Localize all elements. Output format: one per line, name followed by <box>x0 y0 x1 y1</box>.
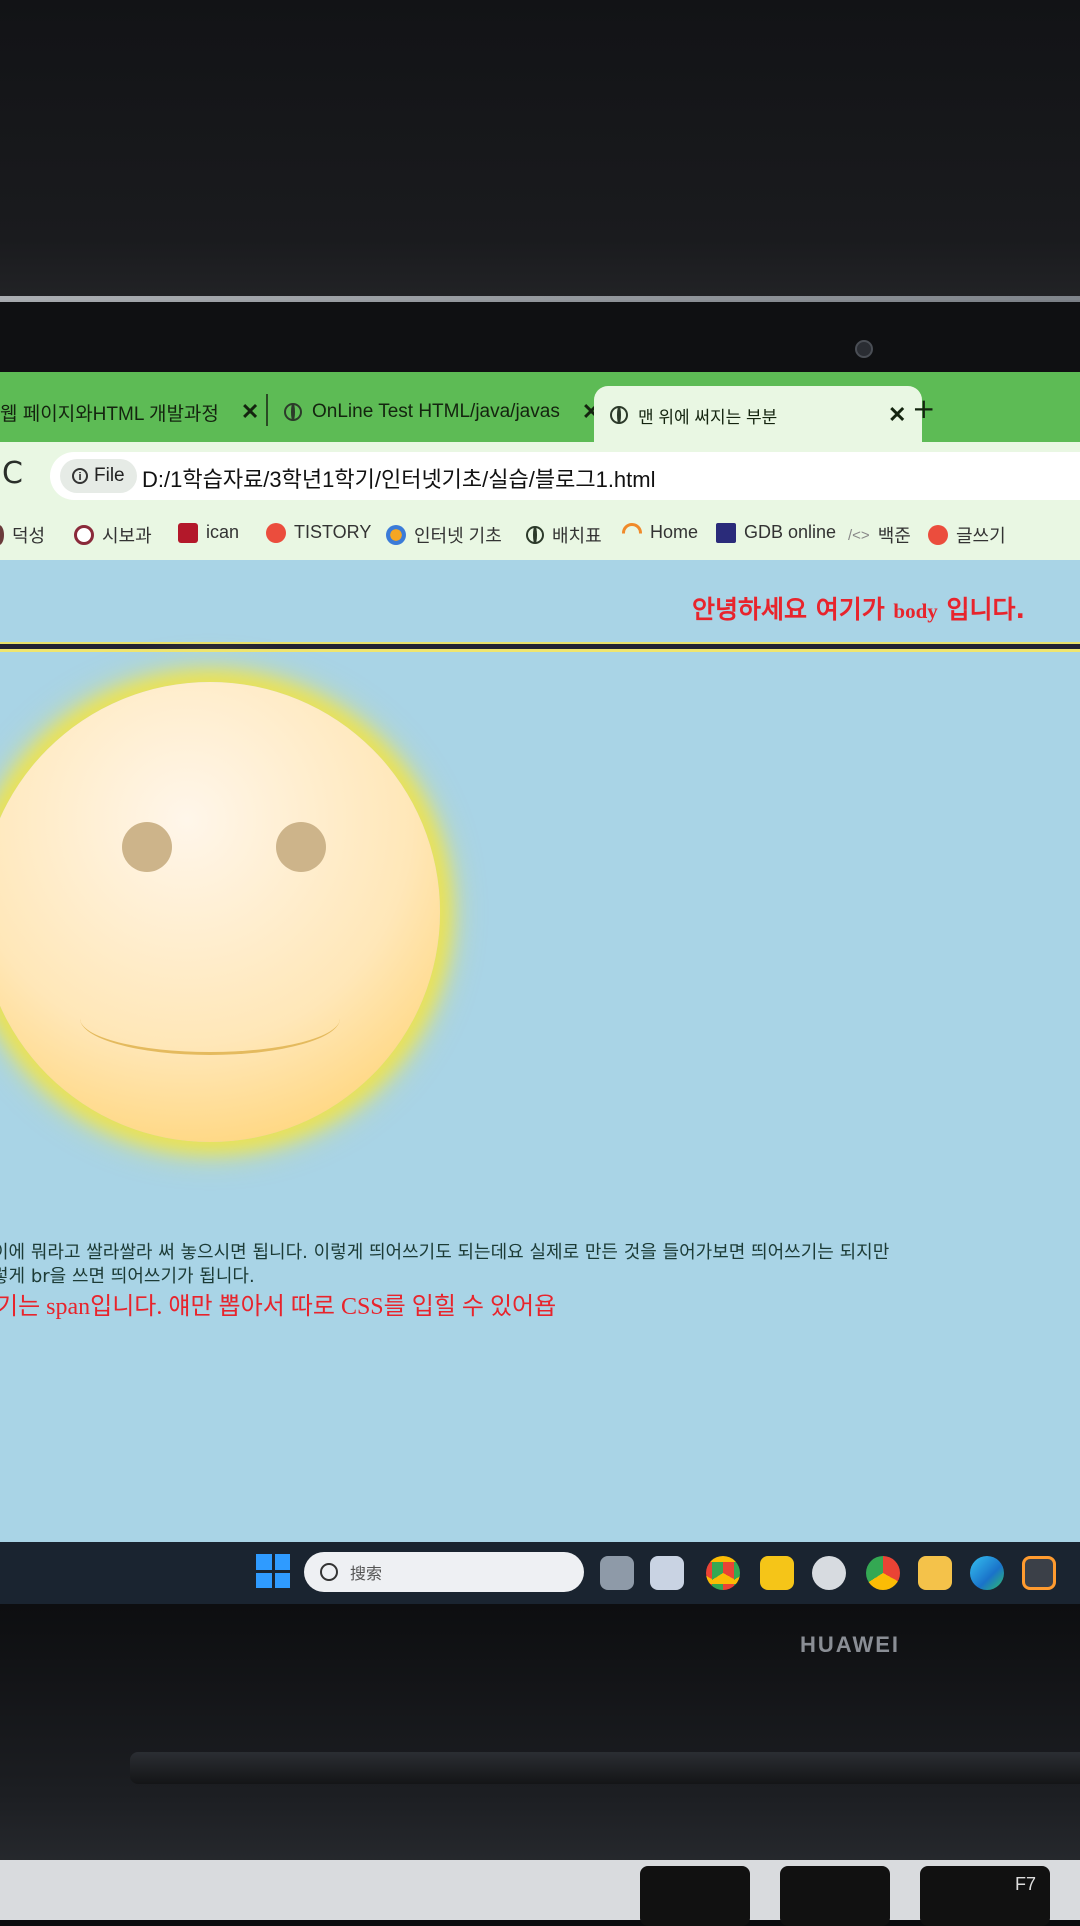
paragraph-line-2: 렇게 br을 쓰면 띄어쓰기가 됩니다. <box>0 1266 255 1287</box>
bookmark-home[interactable]: Home <box>622 522 698 543</box>
laptop-bezel <box>0 302 1080 372</box>
search-icon <box>320 1563 338 1581</box>
bookmark-label: ican <box>206 522 240 542</box>
site-info-label: File <box>94 465 125 486</box>
tistory-icon <box>266 522 286 543</box>
tab-online-test[interactable]: OnLine Test HTML/java/javas ✕ <box>284 384 600 440</box>
left-eye <box>122 822 172 872</box>
tab-strip: 웹 페이지와HTML 개발과정 ✕ OnLine Test HTML/java/… <box>0 372 1080 444</box>
windows-start-icon[interactable] <box>256 1554 290 1588</box>
header-body-word: body <box>893 599 938 623</box>
key-volume <box>780 1866 890 1926</box>
app-icon[interactable] <box>650 1556 684 1590</box>
tab-label: OnLine Test HTML/java/javas <box>312 401 560 422</box>
span-text: 기는 span입니다. 얘만 뽑아서 따로 CSS를 입힐 수 있어욥 <box>0 1294 557 1320</box>
bolt-icon <box>716 522 736 543</box>
tab-close-icon[interactable]: ✕ <box>241 399 259 425</box>
laptop-hinge <box>130 1752 1080 1784</box>
bookmark-ican[interactable]: ican <box>178 522 239 543</box>
task-view-icon[interactable] <box>600 1556 634 1590</box>
code-icon: /<> <box>848 526 870 544</box>
smiley-face-image <box>0 682 440 1142</box>
bookmark-baekjoon[interactable]: /<> 백준 <box>848 522 911 548</box>
address-bar[interactable]: i File D:/1학습자료/3학년1학기/인터넷기초/실습/블로그1.htm… <box>50 452 1080 500</box>
taskbar-search[interactable]: 搜索 <box>304 1552 584 1592</box>
site-info-chip[interactable]: i File <box>60 459 137 493</box>
toolbar: C i File D:/1학습자료/3학년1학기/인터넷기초/실습/블로그1.h… <box>0 442 1080 510</box>
bookmark-baechipyo[interactable]: 배치표 <box>526 522 602 548</box>
bookmark-label: 배치표 <box>552 526 602 546</box>
smile-mouth <box>80 982 340 1055</box>
settings-gear-icon[interactable] <box>812 1556 846 1590</box>
bookmark-icon <box>178 522 198 543</box>
bookmark-icon <box>0 525 4 545</box>
page-header: 안녕하세요 여기가 body 입니다. <box>692 590 1025 626</box>
globe-icon <box>610 406 628 424</box>
bookmark-label: 시보과 <box>102 526 152 546</box>
key-mute <box>640 1866 750 1926</box>
keyboard-area <box>0 1860 1080 1920</box>
bookmark-tistory[interactable]: TISTORY <box>266 522 371 543</box>
edge-icon[interactable] <box>970 1556 1004 1590</box>
bookmark-label: GDB online <box>744 522 837 542</box>
new-tab-button[interactable]: + <box>912 392 935 425</box>
globe-icon <box>284 403 302 421</box>
url-text[interactable]: D:/1학습자료/3학년1학기/인터넷기초/실습/블로그1.html <box>142 462 656 494</box>
bookmark-internet-basics[interactable]: 인터넷 기초 <box>386 522 502 548</box>
header-text-end: 입니다. <box>937 595 1025 624</box>
tab-web-page-html[interactable]: 웹 페이지와HTML 개발과정 ✕ <box>0 384 259 440</box>
file-explorer-icon[interactable] <box>918 1556 952 1590</box>
bookmark-sibogwa[interactable]: 시보과 <box>74 522 152 548</box>
chrome-icon[interactable] <box>706 1556 740 1590</box>
bookmark-label: Home <box>650 522 699 542</box>
bookmarks-bar: 덕성 시보과 ican TISTORY 인터넷 기초 배치표 Home GDB <box>0 510 1080 561</box>
paragraph-line-1: 이에 뭐라고 쌀라쌀라 써 놓으시면 됩니다. 이렇게 띄어쓰기도 되는데요 실… <box>0 1242 890 1263</box>
bookmark-gdb-online[interactable]: GDB online <box>716 522 836 543</box>
webcam <box>855 340 873 358</box>
reload-button[interactable]: C <box>2 456 23 491</box>
horizontal-rule <box>0 642 1080 652</box>
laptop-screen: 웹 페이지와HTML 개발과정 ✕ OnLine Test HTML/java/… <box>0 372 1080 1604</box>
bookmark-duksung[interactable]: 덕성 <box>0 522 45 548</box>
tab-label: 맨 위에 써지는 부분 <box>638 407 778 427</box>
tab-separator <box>266 394 268 426</box>
bookmark-label: 인터넷 기초 <box>414 526 502 546</box>
chrome-profile-icon[interactable] <box>866 1556 900 1590</box>
background-dark-area <box>0 0 1080 300</box>
bookmark-icon <box>386 525 406 545</box>
bookmark-label: 글쓰기 <box>956 526 1006 546</box>
bookmark-label: TISTORY <box>294 522 372 542</box>
globe-icon <box>526 526 544 544</box>
key-f7: F7 <box>920 1866 1050 1926</box>
laptop-brand: HUAWEI <box>800 1632 900 1657</box>
bookmark-label: 백준 <box>877 526 911 546</box>
right-eye <box>276 822 326 872</box>
info-icon: i <box>72 468 88 484</box>
tistory-icon <box>928 525 948 545</box>
bookmark-write[interactable]: 글쓰기 <box>928 522 1006 548</box>
tab-label: 웹 페이지와HTML 개발과정 <box>0 403 219 425</box>
bookmark-icon <box>74 525 94 545</box>
search-placeholder: 搜索 <box>350 1564 383 1583</box>
web-page-content: 안녕하세요 여기가 body 입니다. 이에 뭐라고 쌀라쌀라 써 놓으시면 됩… <box>0 560 1080 1604</box>
kakaotalk-icon[interactable] <box>760 1556 794 1590</box>
header-text: 안녕하세요 여기가 <box>692 595 894 624</box>
bookmark-label: 덕성 <box>12 526 46 546</box>
taskbar: 搜索 <box>0 1542 1080 1604</box>
tab-active-page[interactable]: 맨 위에 써지는 부분 ✕ <box>594 386 923 444</box>
tab-close-icon[interactable]: ✕ <box>888 402 906 428</box>
bookmark-icon <box>622 522 642 534</box>
sublime-icon[interactable] <box>1022 1556 1056 1590</box>
